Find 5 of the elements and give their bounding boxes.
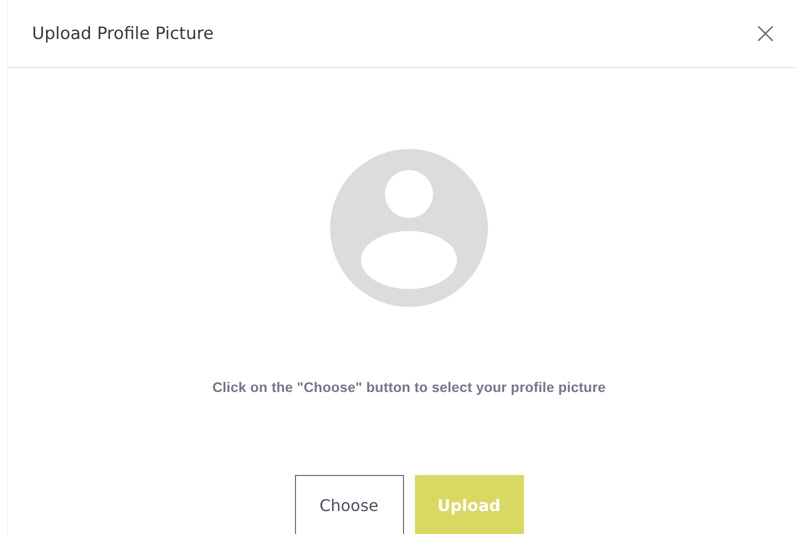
choose-button[interactable]: Choose (294, 475, 404, 534)
close-button[interactable]: × (748, 18, 782, 48)
avatar-icon (330, 149, 488, 307)
dialog-title: Upload Profile Picture (32, 24, 214, 44)
instruction-text: Click on the "Choose" button to select your profile picture (212, 379, 606, 395)
